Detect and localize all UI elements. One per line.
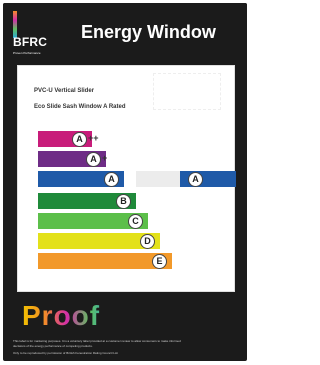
rating-bar-6: D: [38, 233, 160, 249]
rating-suffix: ++: [88, 133, 99, 143]
rating-grade-badge: A: [104, 172, 119, 187]
indicator-grade-badge: A: [188, 172, 203, 187]
logo-tagline: Proven Performance: [13, 51, 41, 55]
rating-suffix: +: [102, 153, 108, 163]
proof-text: Proof: [22, 300, 112, 332]
rating-bar-1: A ++: [38, 131, 99, 147]
rating-grade-badge: C: [128, 214, 143, 229]
label-title: Energy Window: [81, 22, 216, 42]
rating-grade-badge: E: [152, 254, 167, 269]
rating-grade-badge: B: [116, 194, 131, 209]
rating-bar-7: E: [38, 253, 172, 269]
product-name: Eco Slide Sash Window A Rated: [34, 104, 126, 110]
rating-grade-badge: A: [86, 152, 101, 167]
footer-line-3: Only to be reproduced by permission of B…: [13, 351, 119, 355]
footer-line-2: decisions of the energy performance of c…: [13, 344, 93, 348]
rating-grade-badge: D: [140, 234, 155, 249]
logo-rainbow-bar: [13, 11, 17, 38]
rating-bar-5: C: [38, 213, 148, 229]
rating-bar-2: A +: [38, 151, 108, 167]
panel-faint-box: [153, 73, 221, 110]
rating-bar-3: A: [38, 171, 124, 187]
rating-panel: PVC-U Vertical Slider Eco Slide Sash Win…: [17, 65, 236, 292]
rating-bars: A ++ A + A A B C D E: [38, 131, 236, 281]
bfrc-logo: BFRC Proven Performance: [11, 11, 71, 55]
footer-line-1: This label is for marketing purposes. It…: [13, 339, 181, 343]
energy-label-card: BFRC Proven Performance Energy Window PV…: [3, 3, 247, 361]
logo-text: BFRC: [13, 35, 48, 49]
product-line: PVC-U Vertical Slider: [34, 88, 95, 94]
label-header: BFRC Proven Performance Energy Window: [3, 3, 247, 58]
rating-grade-badge: A: [72, 132, 87, 147]
proof-stamp: Proof: [22, 300, 112, 334]
rating-bar-4: B: [38, 193, 136, 209]
